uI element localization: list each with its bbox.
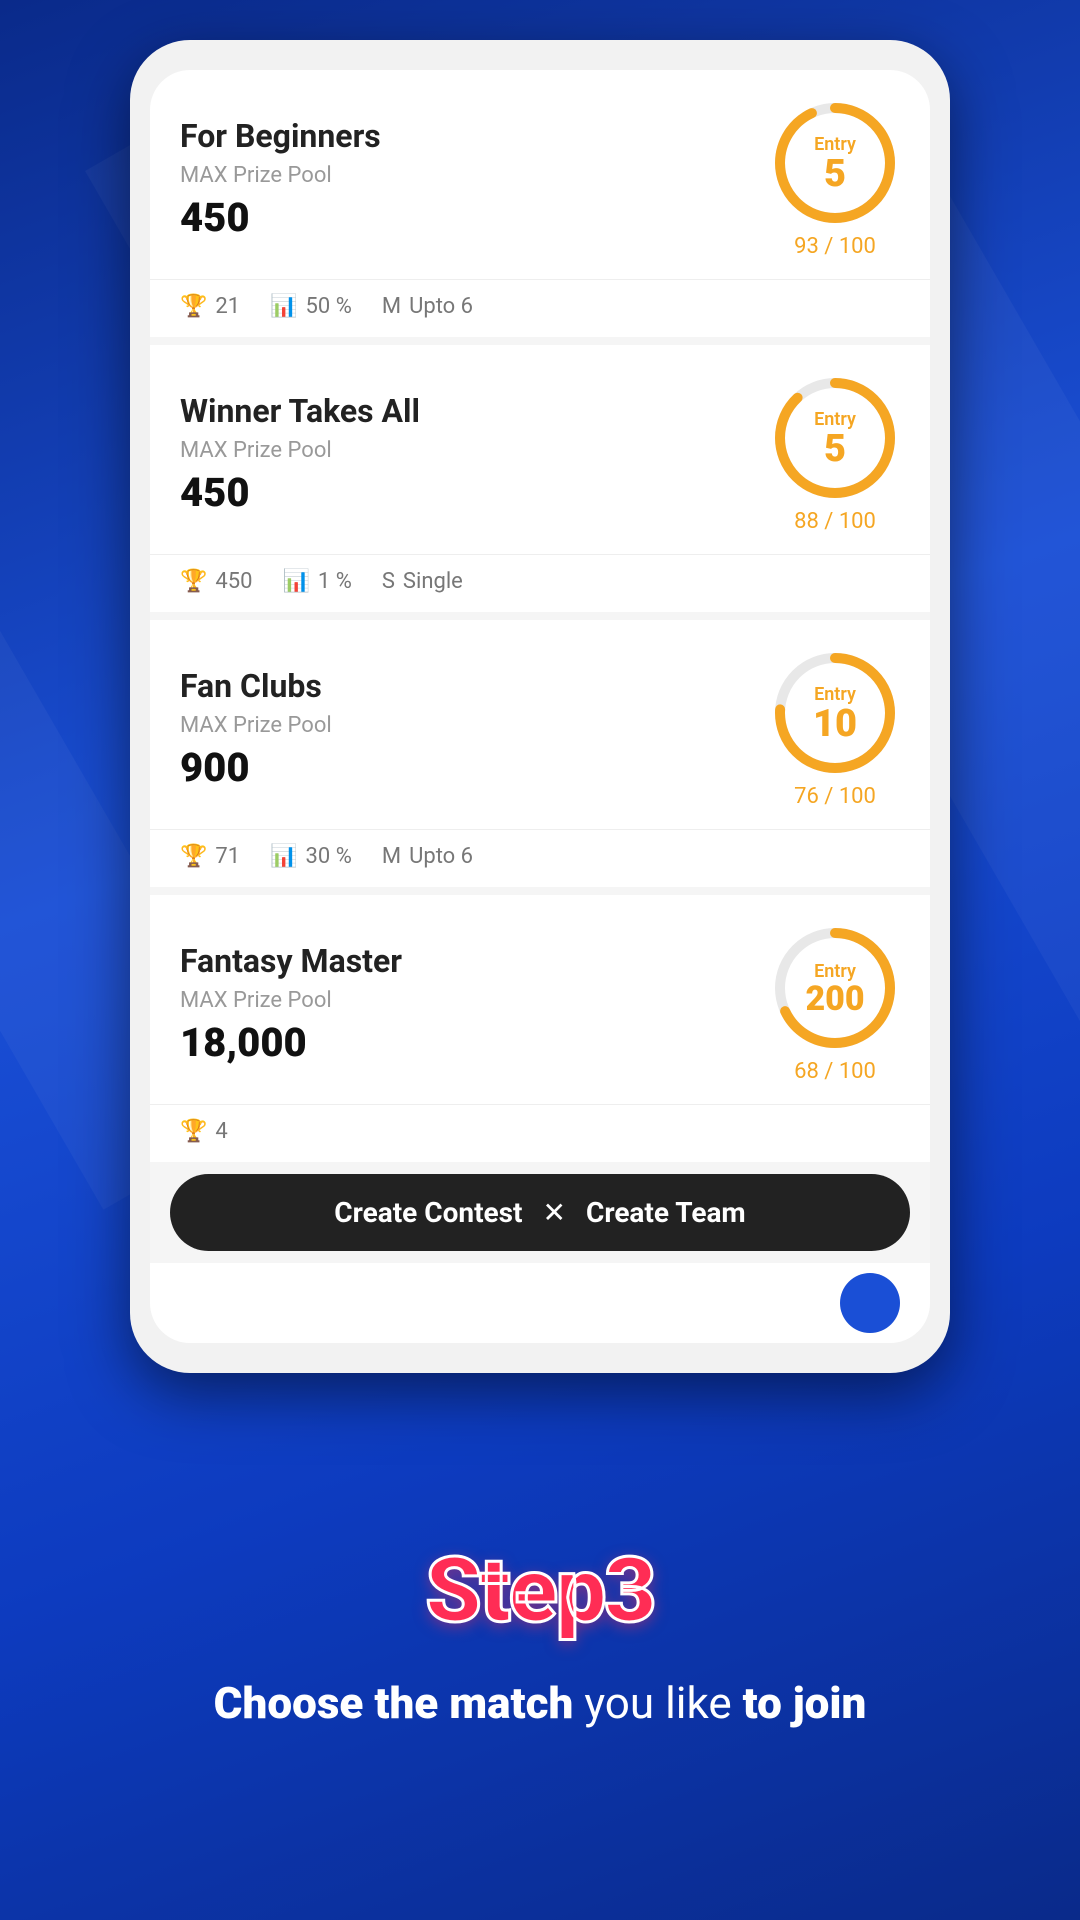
bottom-section: Step3 Choose the match you like to join: [0, 1373, 1080, 1920]
entry-amount: 200: [805, 982, 864, 1016]
entry-circle-content: Entry 200: [805, 961, 864, 1016]
entry-slots: 68 / 100: [794, 1059, 876, 1084]
stat-item: 📊 50 %: [270, 294, 352, 319]
contest-label: MAX Prize Pool: [180, 438, 770, 463]
contest-card-fan-clubs[interactable]: Fan Clubs MAX Prize Pool 900 Entry 10 76…: [150, 620, 930, 887]
entry-circle-content: Entry 5: [814, 409, 856, 468]
contest-main: Fantasy Master MAX Prize Pool 18,000 Ent…: [150, 895, 930, 1104]
teams-icon: S: [382, 569, 395, 594]
desc-to-join: to join: [743, 1677, 867, 1729]
contest-main: Fan Clubs MAX Prize Pool 900 Entry 10 76…: [150, 620, 930, 829]
contest-info: Fantasy Master MAX Prize Pool 18,000: [180, 942, 770, 1066]
contest-label: MAX Prize Pool: [180, 163, 770, 188]
entry-circle: Entry 5: [770, 98, 900, 228]
contest-title: Winner Takes All: [180, 392, 770, 430]
contest-title: For Beginners: [180, 117, 770, 155]
contest-card-fantasy-master[interactable]: Fantasy Master MAX Prize Pool 18,000 Ent…: [150, 895, 930, 1162]
contest-prize: 450: [180, 469, 770, 516]
trophy-icon: 🏆: [180, 294, 207, 319]
entry-circle-content: Entry 10: [813, 684, 857, 743]
contest-label: MAX Prize Pool: [180, 988, 770, 1013]
teams-icon: M: [382, 294, 401, 319]
entry-amount: 10: [813, 705, 857, 743]
contest-info: Winner Takes All MAX Prize Pool 450: [180, 392, 770, 516]
contest-prize: 450: [180, 194, 770, 241]
create-team-button[interactable]: Create Team: [586, 1196, 746, 1229]
entry-circle-wrapper: Entry 10 76 / 100: [770, 648, 900, 809]
stat-item: M Upto 6: [382, 844, 473, 869]
entry-slots: 76 / 100: [794, 784, 876, 809]
action-divider: ✕: [543, 1196, 566, 1229]
teams-icon: M: [382, 844, 401, 869]
contest-stats: 🏆 71 📊 30 % M Upto 6: [150, 829, 930, 887]
contest-stats: 🏆 450 📊 1 % S Single: [150, 554, 930, 612]
chart-icon: 📊: [283, 569, 310, 594]
contest-main: For Beginners MAX Prize Pool 450 Entry 5…: [150, 70, 930, 279]
stat-value: 50 %: [306, 294, 352, 319]
contest-card-winner-takes-all[interactable]: Winner Takes All MAX Prize Pool 450 Entr…: [150, 345, 930, 612]
entry-slots: 88 / 100: [794, 509, 876, 534]
contest-info: Fan Clubs MAX Prize Pool 900: [180, 667, 770, 791]
contest-stats: 🏆 4: [150, 1104, 930, 1162]
entry-circle-wrapper: Entry 5 88 / 100: [770, 373, 900, 534]
entry-circle: Entry 10: [770, 648, 900, 778]
stat-value: Upto 6: [409, 294, 473, 319]
desc-choose: Choose the match: [214, 1677, 585, 1729]
stat-value: 30 %: [306, 844, 352, 869]
stat-item: 🏆 71: [180, 844, 240, 869]
action-bar: Create Contest ✕ Create Team: [170, 1174, 910, 1251]
contest-card-beginners[interactable]: For Beginners MAX Prize Pool 450 Entry 5…: [150, 70, 930, 337]
trophy-icon: 🏆: [180, 1119, 207, 1144]
phone-mockup: For Beginners MAX Prize Pool 450 Entry 5…: [130, 40, 950, 1373]
phone-screen: For Beginners MAX Prize Pool 450 Entry 5…: [150, 70, 930, 1343]
contest-main: Winner Takes All MAX Prize Pool 450 Entr…: [150, 345, 930, 554]
stat-item: S Single: [382, 569, 463, 594]
stat-item: 🏆 21: [180, 294, 240, 319]
contest-stats: 🏆 21 📊 50 % M Upto 6: [150, 279, 930, 337]
entry-circle-wrapper: Entry 5 93 / 100: [770, 98, 900, 259]
chart-icon: 📊: [270, 844, 297, 869]
stat-value: Single: [403, 569, 463, 594]
stat-item: 🏆 450: [180, 569, 253, 594]
stat-item: 🏆 4: [180, 1119, 228, 1144]
contest-title: Fantasy Master: [180, 942, 770, 980]
partial-card: [150, 1263, 930, 1343]
stat-item: M Upto 6: [382, 294, 473, 319]
stat-item: 📊 1 %: [283, 569, 352, 594]
contest-info: For Beginners MAX Prize Pool 450: [180, 117, 770, 241]
trophy-icon: 🏆: [180, 844, 207, 869]
entry-slots: 93 / 100: [794, 234, 876, 259]
create-contest-button[interactable]: Create Contest: [334, 1196, 522, 1229]
contest-list: For Beginners MAX Prize Pool 450 Entry 5…: [150, 70, 930, 1162]
stat-value: 1 %: [318, 569, 352, 594]
contest-prize: 900: [180, 744, 770, 791]
entry-circle: Entry 200: [770, 923, 900, 1053]
entry-circle-wrapper: Entry 200 68 / 100: [770, 923, 900, 1084]
stat-value: 71: [215, 844, 240, 869]
stat-item: 📊 30 %: [270, 844, 352, 869]
stat-value: Upto 6: [409, 844, 473, 869]
entry-circle: Entry 5: [770, 373, 900, 503]
stat-value: 450: [215, 569, 252, 594]
trophy-icon: 🏆: [180, 569, 207, 594]
stat-value: 4: [215, 1119, 227, 1144]
entry-circle-content: Entry 5: [814, 134, 856, 193]
stat-value: 21: [215, 294, 240, 319]
step-description: Choose the match you like to join: [214, 1673, 867, 1735]
partial-avatar: [840, 1273, 900, 1333]
step-title: Step3: [425, 1538, 654, 1643]
contest-title: Fan Clubs: [180, 667, 770, 705]
contest-prize: 18,000: [180, 1019, 770, 1066]
chart-icon: 📊: [270, 294, 297, 319]
desc-you-like: you like: [584, 1677, 742, 1729]
entry-amount: 5: [824, 155, 846, 193]
entry-amount: 5: [824, 430, 846, 468]
contest-label: MAX Prize Pool: [180, 713, 770, 738]
